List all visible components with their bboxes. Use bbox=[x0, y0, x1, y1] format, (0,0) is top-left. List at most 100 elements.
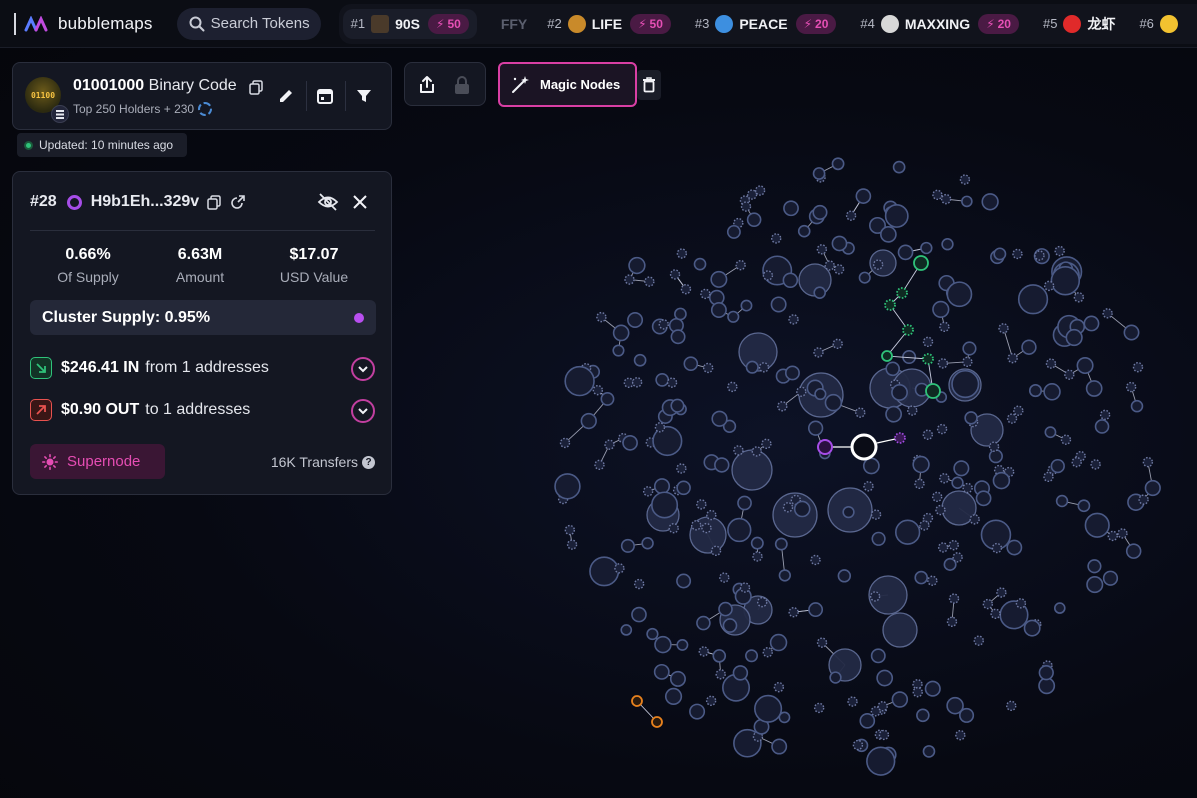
holder-bubble[interactable] bbox=[1138, 494, 1149, 505]
cluster-bubble-green[interactable] bbox=[925, 383, 941, 399]
holder-bubble[interactable] bbox=[733, 445, 744, 456]
holder-bubble[interactable] bbox=[777, 401, 788, 412]
holder-bubble[interactable] bbox=[955, 729, 966, 741]
holder-bubble[interactable] bbox=[946, 281, 973, 308]
ticker-item-2[interactable]: #2 LIFE ⚡ 50 bbox=[547, 13, 671, 34]
holder-bubble[interactable] bbox=[855, 188, 872, 204]
holder-bubble[interactable] bbox=[754, 185, 766, 196]
holder-bubble[interactable] bbox=[722, 618, 738, 633]
holder-bubble[interactable] bbox=[655, 372, 670, 387]
holder-bubble[interactable] bbox=[1071, 456, 1082, 468]
holder-bubble[interactable] bbox=[778, 569, 791, 582]
holder-bubble[interactable] bbox=[833, 264, 845, 275]
holder-bubble[interactable] bbox=[812, 167, 826, 180]
holder-bubble[interactable] bbox=[946, 616, 958, 627]
holder-bubble[interactable] bbox=[700, 288, 711, 300]
holder-bubble[interactable] bbox=[814, 387, 827, 401]
holder-bubble[interactable] bbox=[816, 244, 828, 255]
holder-bubble[interactable] bbox=[891, 384, 908, 401]
holder-bubble[interactable] bbox=[951, 369, 980, 399]
holder-bubble[interactable] bbox=[666, 377, 678, 388]
holder-bubble[interactable] bbox=[824, 393, 843, 412]
holder-bubble[interactable] bbox=[620, 624, 633, 636]
holder-bubble[interactable] bbox=[745, 360, 759, 374]
holder-bubble[interactable] bbox=[554, 473, 581, 500]
cluster-bubble-green[interactable] bbox=[902, 324, 914, 336]
holder-bubble[interactable] bbox=[1099, 409, 1111, 421]
holder-bubble[interactable] bbox=[683, 356, 699, 372]
calendar-button[interactable] bbox=[314, 85, 336, 107]
holder-bubble[interactable] bbox=[714, 457, 730, 473]
holder-bubble[interactable] bbox=[847, 696, 858, 707]
holder-bubble[interactable] bbox=[711, 410, 728, 427]
holder-bubble[interactable] bbox=[1006, 700, 1017, 712]
holder-bubble[interactable] bbox=[916, 708, 930, 723]
holder-bubble[interactable] bbox=[914, 478, 925, 490]
holder-bubble[interactable] bbox=[600, 391, 615, 406]
close-icon[interactable] bbox=[353, 195, 367, 209]
expand-inflow-button[interactable] bbox=[351, 357, 375, 381]
holder-bubble[interactable] bbox=[880, 226, 897, 243]
cluster-bubble-orange[interactable] bbox=[651, 716, 663, 728]
expand-outflow-button[interactable] bbox=[351, 399, 375, 423]
holder-bubble[interactable] bbox=[628, 256, 646, 275]
holder-bubble[interactable] bbox=[1043, 280, 1055, 292]
holder-bubble[interactable] bbox=[951, 476, 964, 489]
bubble-map-graph[interactable] bbox=[500, 140, 1197, 798]
holder-bubble[interactable] bbox=[870, 648, 886, 664]
app-logo[interactable]: bubblemaps bbox=[14, 0, 153, 48]
holder-bubble[interactable] bbox=[754, 694, 783, 723]
holder-bubble[interactable] bbox=[1043, 383, 1061, 401]
ticker-item-3[interactable]: #3 PEACE ⚡ 20 bbox=[695, 13, 837, 34]
holder-bubble[interactable] bbox=[624, 274, 635, 285]
holder-bubble[interactable] bbox=[1045, 358, 1057, 369]
holder-bubble[interactable] bbox=[696, 499, 707, 510]
holder-bubble[interactable] bbox=[1102, 570, 1119, 586]
holder-bubble[interactable] bbox=[1015, 598, 1027, 609]
holder-bubble[interactable] bbox=[1050, 458, 1065, 474]
holder-bubble[interactable] bbox=[941, 238, 954, 251]
holder-bubble[interactable] bbox=[907, 405, 918, 416]
holder-bubble[interactable] bbox=[1084, 512, 1110, 538]
holder-bubble[interactable] bbox=[988, 441, 1000, 452]
holder-bubble[interactable] bbox=[1076, 356, 1094, 375]
holder-bubble[interactable] bbox=[878, 729, 890, 741]
holder-bubble[interactable] bbox=[642, 486, 654, 497]
holder-bubble[interactable] bbox=[620, 538, 635, 553]
holder-bubble[interactable] bbox=[1102, 308, 1113, 319]
ticker-item-1[interactable]: #1 90S ⚡ 50 bbox=[342, 8, 477, 39]
holder-bubble[interactable] bbox=[829, 671, 842, 684]
holder-bubble[interactable] bbox=[680, 283, 692, 295]
cluster-bubble-orange[interactable] bbox=[631, 695, 643, 707]
holder-bubble[interactable] bbox=[1023, 619, 1041, 637]
holder-bubble[interactable] bbox=[1073, 292, 1085, 303]
holder-bubble[interactable] bbox=[670, 329, 686, 345]
holder-bubble[interactable] bbox=[737, 495, 752, 511]
holder-bubble[interactable] bbox=[797, 224, 811, 238]
holder-bubble[interactable] bbox=[862, 457, 880, 475]
holder-bubble[interactable] bbox=[669, 670, 686, 687]
holder-bubble[interactable] bbox=[810, 554, 821, 566]
holder-bubble[interactable] bbox=[884, 204, 909, 228]
holder-bubble[interactable] bbox=[654, 422, 666, 433]
holder-bubble[interactable] bbox=[959, 174, 971, 185]
wallet-address[interactable]: H9b1Eh...329v bbox=[91, 193, 200, 211]
holder-bubble[interactable] bbox=[1007, 352, 1018, 364]
holder-bubble[interactable] bbox=[975, 490, 992, 507]
holder-bubble[interactable] bbox=[859, 712, 876, 729]
holder-bubble[interactable] bbox=[653, 478, 671, 495]
holder-bubble[interactable] bbox=[689, 703, 706, 720]
holder-bubble[interactable] bbox=[1132, 361, 1144, 373]
holder-bubble[interactable] bbox=[961, 195, 973, 208]
holder-bubble[interactable] bbox=[1125, 381, 1137, 393]
holder-bubble[interactable] bbox=[757, 596, 768, 608]
holder-bubble[interactable] bbox=[1144, 479, 1161, 497]
holder-bubble[interactable] bbox=[773, 681, 785, 693]
holder-bubble[interactable] bbox=[808, 602, 824, 618]
holder-bubble[interactable] bbox=[952, 552, 963, 563]
holder-bubble[interactable] bbox=[824, 260, 835, 271]
holder-bubble[interactable] bbox=[885, 405, 903, 423]
holder-bubble[interactable] bbox=[1012, 248, 1023, 260]
cluster-bubble-green[interactable] bbox=[922, 353, 934, 365]
holder-bubble[interactable] bbox=[762, 647, 773, 658]
